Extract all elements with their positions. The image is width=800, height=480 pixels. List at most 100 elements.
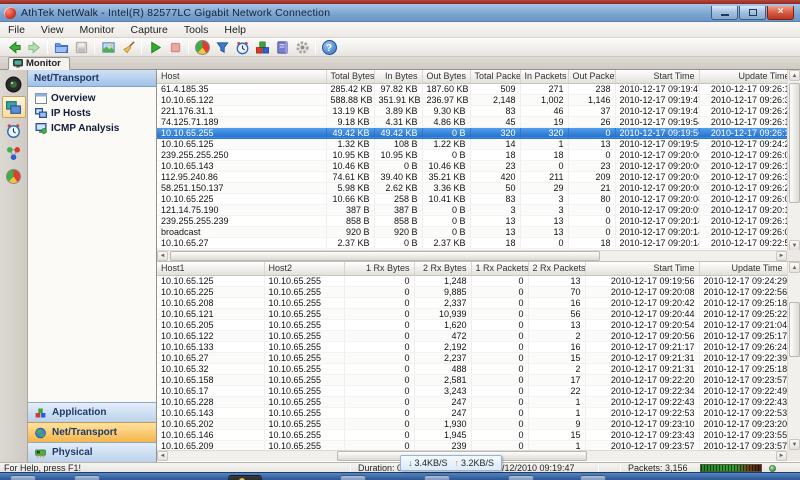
cell[interactable]: 2.37 KB xyxy=(326,237,374,248)
cell[interactable]: 0 xyxy=(344,341,414,352)
column-header[interactable]: Start Time xyxy=(585,262,699,275)
cell[interactable]: 2010-12-17 09:26:2 xyxy=(699,105,787,116)
taskbar-button[interactable] xyxy=(74,475,100,480)
table-row[interactable]: 10.10.65.2710.10.65.25502,2370152010-12-… xyxy=(157,352,787,363)
cell[interactable]: 1.32 KB xyxy=(326,138,374,149)
cell[interactable]: 18 xyxy=(470,149,520,160)
scheduler-button[interactable] xyxy=(232,39,252,56)
cell[interactable]: 2010-12-17 09:21:31 xyxy=(585,363,699,374)
scroll-down-icon[interactable]: ▼ xyxy=(789,439,800,450)
cell[interactable]: 2010-12-17 09:24:2 xyxy=(699,138,787,149)
cell[interactable]: 13 xyxy=(568,138,615,149)
cell[interactable]: 4.86 KB xyxy=(422,116,470,127)
cell[interactable]: 10.10.65.255 xyxy=(264,308,344,319)
cell[interactable]: 10.46 KB xyxy=(326,160,374,171)
cell[interactable]: 2010-12-17 09:23:43 xyxy=(585,429,699,440)
cell[interactable]: 0 B xyxy=(422,215,470,226)
table-row[interactable]: 10.10.65.14610.10.65.25501,9450152010-12… xyxy=(157,429,787,440)
cell[interactable]: 19 xyxy=(520,116,568,127)
cell[interactable]: 2010-12-17 09:20:08 xyxy=(615,193,699,204)
cell[interactable]: 2010-12-17 09:22:56 xyxy=(699,286,787,297)
scroll-right-icon[interactable]: ► xyxy=(776,251,787,261)
tree-item-overview[interactable]: Overview xyxy=(35,91,156,106)
export-image-button[interactable] xyxy=(98,39,118,56)
table-row[interactable]: 58.251.150.1375.98 KB2.62 KB3.36 KB50292… xyxy=(157,182,787,193)
clear-button[interactable] xyxy=(118,39,138,56)
cell[interactable]: 2010-12-17 09:19:54 xyxy=(615,116,699,127)
cell[interactable]: 10.10.65.255 xyxy=(264,407,344,418)
cell[interactable]: 858 B xyxy=(326,215,374,226)
cell[interactable]: 10.10.65.255 xyxy=(264,363,344,374)
cell[interactable]: 10.10.65.209 xyxy=(157,440,264,450)
cell[interactable]: 2.62 KB xyxy=(374,182,422,193)
cell[interactable]: 49.42 KB xyxy=(374,127,422,138)
scroll-right-icon[interactable]: ► xyxy=(776,451,787,461)
cell[interactable]: 2010-12-17 09:23:57 xyxy=(699,440,787,450)
cell[interactable]: 3,243 xyxy=(414,385,471,396)
cell[interactable]: 0 xyxy=(344,308,414,319)
table-row[interactable]: 112.95.240.8674.61 KB39.40 KB35.21 KB420… xyxy=(157,171,787,182)
cell[interactable]: 10.10.65.225 xyxy=(157,286,264,297)
column-header[interactable]: Host2 xyxy=(264,262,344,275)
cell[interactable]: 488 xyxy=(414,363,471,374)
cell[interactable]: 10.95 KB xyxy=(326,149,374,160)
cell[interactable]: 0 xyxy=(568,204,615,215)
column-header[interactable]: Total Bytes xyxy=(326,70,374,83)
scroll-thumb[interactable] xyxy=(789,302,800,357)
cell[interactable]: 10.41 KB xyxy=(422,193,470,204)
cell[interactable]: 1 xyxy=(528,407,585,418)
titlebar[interactable]: AthTek NetWalk - Intel(R) 82577LC Gigabi… xyxy=(0,4,800,22)
menu-file[interactable]: File xyxy=(0,22,33,38)
cell[interactable]: 2010-12-17 09:22:53 xyxy=(585,407,699,418)
cell[interactable]: 2010-12-17 09:22:49 xyxy=(699,385,787,396)
cell[interactable]: 13 xyxy=(528,275,585,286)
cell[interactable]: 0 xyxy=(520,237,568,248)
cell[interactable]: 0 xyxy=(344,374,414,385)
maximize-button[interactable] xyxy=(739,6,766,20)
cell[interactable]: 0 xyxy=(344,418,414,429)
cell[interactable]: 588.88 KB xyxy=(326,94,374,105)
cell[interactable]: 10.10.65.228 xyxy=(157,396,264,407)
cell[interactable]: 10.10.65.143 xyxy=(157,160,326,171)
close-button[interactable]: × xyxy=(767,6,794,20)
host-table-hscrollbar[interactable]: ◄ ► xyxy=(157,250,787,261)
column-header[interactable]: Total Packets xyxy=(470,70,520,83)
cell[interactable]: 209 xyxy=(568,171,615,182)
cell[interactable]: 80 xyxy=(568,193,615,204)
table-row[interactable]: 121.14.75.190387 B387 B0 B3302010-12-17 … xyxy=(157,204,787,215)
menu-capture[interactable]: Capture xyxy=(123,22,176,38)
cell[interactable]: 10.10.65.255 xyxy=(264,385,344,396)
cell[interactable]: 2010-12-17 09:26:0 xyxy=(699,193,787,204)
cell[interactable]: 10.10.65.255 xyxy=(264,297,344,308)
column-header[interactable]: Update Time xyxy=(699,262,787,275)
scroll-thumb[interactable] xyxy=(170,251,600,261)
cell[interactable]: 10.10.65.121 xyxy=(157,308,264,319)
table-row[interactable]: 239.255.255.25010.95 KB10.95 KB0 B181802… xyxy=(157,149,787,160)
cell[interactable]: 1.22 KB xyxy=(422,138,470,149)
cell[interactable]: 18 xyxy=(568,237,615,248)
cell[interactable]: 858 B xyxy=(374,215,422,226)
back-button[interactable] xyxy=(4,39,24,56)
column-header[interactable]: Update Time xyxy=(699,70,787,83)
cell[interactable]: 239.255.255.239 xyxy=(157,215,326,226)
nav-application[interactable]: Application xyxy=(28,402,156,422)
taskbar-button[interactable] xyxy=(508,475,534,480)
cell[interactable]: 2,581 xyxy=(414,374,471,385)
cell[interactable]: 1,930 xyxy=(414,418,471,429)
cell[interactable]: 15 xyxy=(528,429,585,440)
cell[interactable]: 221.176.31.1 xyxy=(157,105,326,116)
cell[interactable]: 74.61 KB xyxy=(326,171,374,182)
help-button[interactable]: ? xyxy=(319,39,339,56)
monitor-view-button[interactable] xyxy=(2,96,26,118)
cell[interactable]: 2010-12-17 09:22:39 xyxy=(699,352,787,363)
cell[interactable]: 271 xyxy=(520,83,568,94)
scroll-thumb[interactable] xyxy=(789,83,800,203)
cell[interactable]: 10.46 KB xyxy=(422,160,470,171)
taskbar-button[interactable] xyxy=(228,475,262,480)
cell[interactable]: 9.18 KB xyxy=(326,116,374,127)
cell[interactable]: 2010-12-17 09:20:09 xyxy=(615,204,699,215)
cell[interactable]: 2,148 xyxy=(470,94,520,105)
scroll-left-icon[interactable]: ◄ xyxy=(157,251,168,261)
table-row[interactable]: 10.10.65.12210.10.65.2550472022010-12-17… xyxy=(157,330,787,341)
cell[interactable]: 0 xyxy=(344,275,414,286)
